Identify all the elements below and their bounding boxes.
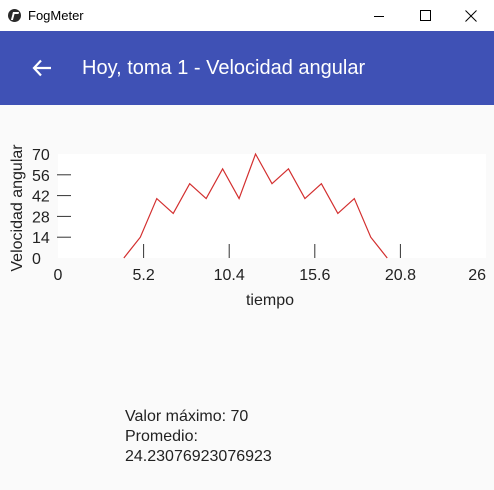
maximize-icon: [419, 10, 431, 21]
window-titlebar: FogMeter: [0, 0, 494, 31]
page-title: Hoy, toma 1 - Velocidad angular: [82, 56, 366, 79]
minimize-button[interactable]: [356, 0, 402, 31]
arrow-left-icon: [32, 59, 51, 77]
y-tick-label: 14: [32, 230, 50, 247]
x-tick-label: 5.2: [132, 267, 154, 284]
x-tick-label: 0: [54, 267, 63, 284]
window-controls: [356, 0, 494, 31]
x-tick-label: 26: [468, 267, 486, 284]
y-tick-label: 28: [32, 209, 50, 226]
maximize-button[interactable]: [402, 0, 448, 31]
close-icon: [465, 9, 477, 22]
y-tick-label: 70: [32, 147, 50, 164]
y-axis-label: Velocidad angular: [9, 144, 26, 272]
back-button[interactable]: [22, 48, 62, 88]
average-value: 24.23076923076923: [125, 448, 272, 465]
plot-area: [58, 154, 486, 258]
y-tick-label: 42: [32, 189, 50, 206]
y-tick-label: 56: [32, 168, 50, 185]
x-tick-label: 20.8: [385, 267, 416, 284]
x-tick-label: 15.6: [299, 267, 330, 284]
velocity-chart: 0 14 28 42 56 70 0 5.2 10.4 15.6 20.8 26 Velocidad…: [9, 144, 486, 309]
fogmeter-icon: [8, 9, 21, 22]
average-label: Promedio:: [125, 428, 198, 445]
x-tick-label: 10.4: [214, 267, 245, 284]
y-tick-label: 0: [32, 251, 41, 268]
x-axis-label: tiempo: [246, 292, 294, 309]
stats-panel: Valor máximo: 70 Promedio: 24.2307692307…: [125, 407, 272, 467]
app-bar: Hoy, toma 1 - Velocidad angular: [0, 31, 494, 105]
window-title: FogMeter: [28, 8, 84, 23]
close-button[interactable]: [448, 0, 494, 31]
max-value-text: Valor máximo: 70: [125, 408, 249, 425]
minimize-icon: [374, 15, 384, 17]
